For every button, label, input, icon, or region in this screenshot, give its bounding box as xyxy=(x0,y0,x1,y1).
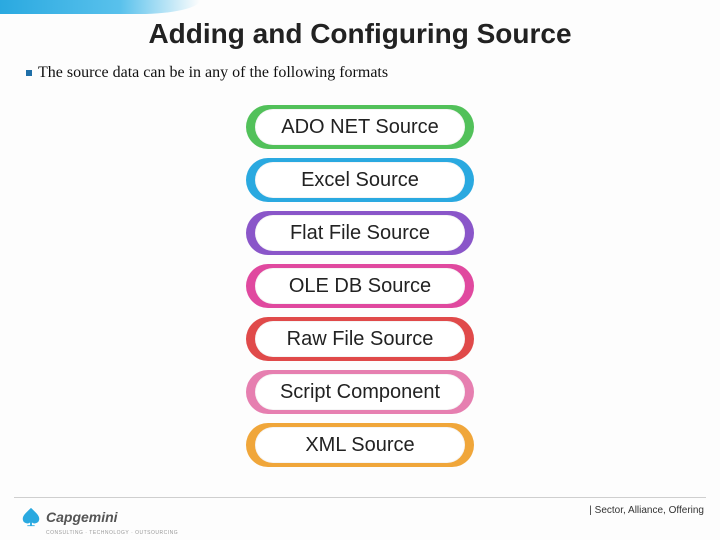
brand-name: Capgemini xyxy=(46,509,118,525)
slide-title: Adding and Configuring Source xyxy=(0,18,720,50)
source-pill: Raw File Source xyxy=(246,317,474,361)
footer-divider xyxy=(14,497,706,498)
source-pill-label: Raw File Source xyxy=(255,321,465,357)
source-pill-label: ADO NET Source xyxy=(255,109,465,145)
source-pill-label: XML Source xyxy=(255,427,465,463)
bullet-text: The source data can be in any of the fol… xyxy=(38,64,388,82)
source-pill-label: OLE DB Source xyxy=(255,268,465,304)
source-pill-label: Excel Source xyxy=(255,162,465,198)
source-pill: Flat File Source xyxy=(246,211,474,255)
source-pill: Excel Source xyxy=(246,158,474,202)
source-pill: Script Component xyxy=(246,370,474,414)
source-pill: OLE DB Source xyxy=(246,264,474,308)
source-pill-label: Script Component xyxy=(255,374,465,410)
top-accent-bar xyxy=(0,0,200,14)
source-pill: XML Source xyxy=(246,423,474,467)
source-pill-label: Flat File Source xyxy=(255,215,465,251)
brand-tagline: CONSULTING · TECHNOLOGY · OUTSOURCING xyxy=(46,530,178,536)
footer-right-text: | Sector, Alliance, Offering xyxy=(589,505,704,516)
source-pill: ADO NET Source xyxy=(246,105,474,149)
spade-icon xyxy=(20,506,42,528)
brand-logo: Capgemini xyxy=(20,506,118,528)
bullet-icon xyxy=(26,70,32,76)
bullet-item: The source data can be in any of the fol… xyxy=(26,64,388,82)
source-list: ADO NET Source Excel Source Flat File So… xyxy=(246,105,474,467)
